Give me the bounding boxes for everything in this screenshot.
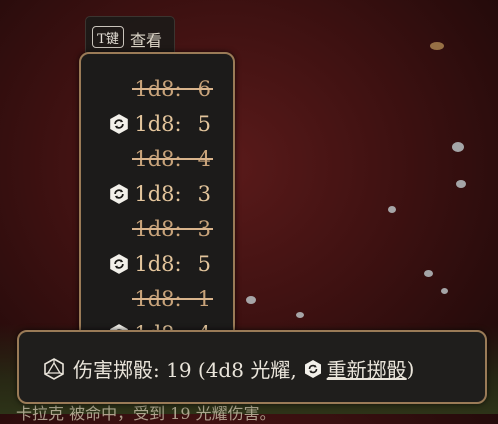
inspect-key-hint[interactable]: T键 查看 [85,16,175,56]
inspect-label: 查看 [130,31,163,50]
roll-text: 1d8: 4 [134,147,211,171]
rock [452,142,464,152]
roll-dice-label: 1d8: [134,287,182,311]
damage-roll-line: 伤害掷骰: 19 (4d8 光耀, 重新掷骰 ) [43,354,414,383]
rock [441,288,448,294]
roll-dice-label: 1d8: [134,252,182,276]
roll-row-kept: 1d8: 5 [108,109,211,139]
damage-roll-close-paren: ) [406,356,415,381]
t-key-icon: T键 [92,26,124,48]
rock [424,270,433,277]
roll-text: 1d8: 3 [134,182,211,206]
roll-dice-label: 1d8: [134,112,182,136]
roll-text: 1d8: 1 [134,287,211,311]
roll-value: 3 [197,217,211,241]
roll-dice-label: 1d8: [134,77,182,101]
rock [296,312,304,318]
roll-row-discarded: 1d8: 4 [134,144,211,174]
damage-roll-tooltip: 伤害掷骰: 19 (4d8 光耀, 重新掷骰 ) [17,330,487,404]
roll-row-kept: 1d8: 5 [108,249,211,279]
rock [430,42,444,50]
rock [246,296,256,304]
roll-row-kept: 1d8: 3 [108,179,211,209]
roll-value: 4 [197,147,211,171]
roll-text: 1d8: 3 [134,217,211,241]
roll-text: 1d8: 6 [134,77,211,101]
roll-value: 6 [197,77,211,101]
roll-dice-label: 1d8: [134,217,182,241]
roll-value: 3 [197,182,211,206]
roll-value: 5 [197,112,211,136]
d20-dice-icon [43,357,65,380]
roll-text: 1d8: 5 [134,252,211,276]
rock [456,180,466,188]
roll-row-discarded: 1d8: 6 [134,74,211,104]
reroll-die-icon [108,253,130,275]
reroll-link[interactable]: 重新掷骰 [327,354,407,383]
roll-row-discarded: 1d8: 3 [134,214,211,244]
reroll-die-icon [108,183,130,205]
roll-value: 5 [197,252,211,276]
damage-roll-summary: 伤害掷骰: 19 (4d8 光耀, [73,358,297,382]
roll-value: 1 [197,287,211,311]
reroll-die-icon [108,113,130,135]
roll-text: 1d8: 5 [134,112,211,136]
dice-roll-details: 1d8:61d8:51d8:41d8:31d8:31d8:51d8:11d8:4 [79,52,235,356]
roll-dice-label: 1d8: [134,147,182,171]
rock [388,206,396,213]
roll-row-discarded: 1d8: 1 [134,284,211,314]
reroll-icon [303,359,323,379]
roll-dice-label: 1d8: [134,182,182,206]
